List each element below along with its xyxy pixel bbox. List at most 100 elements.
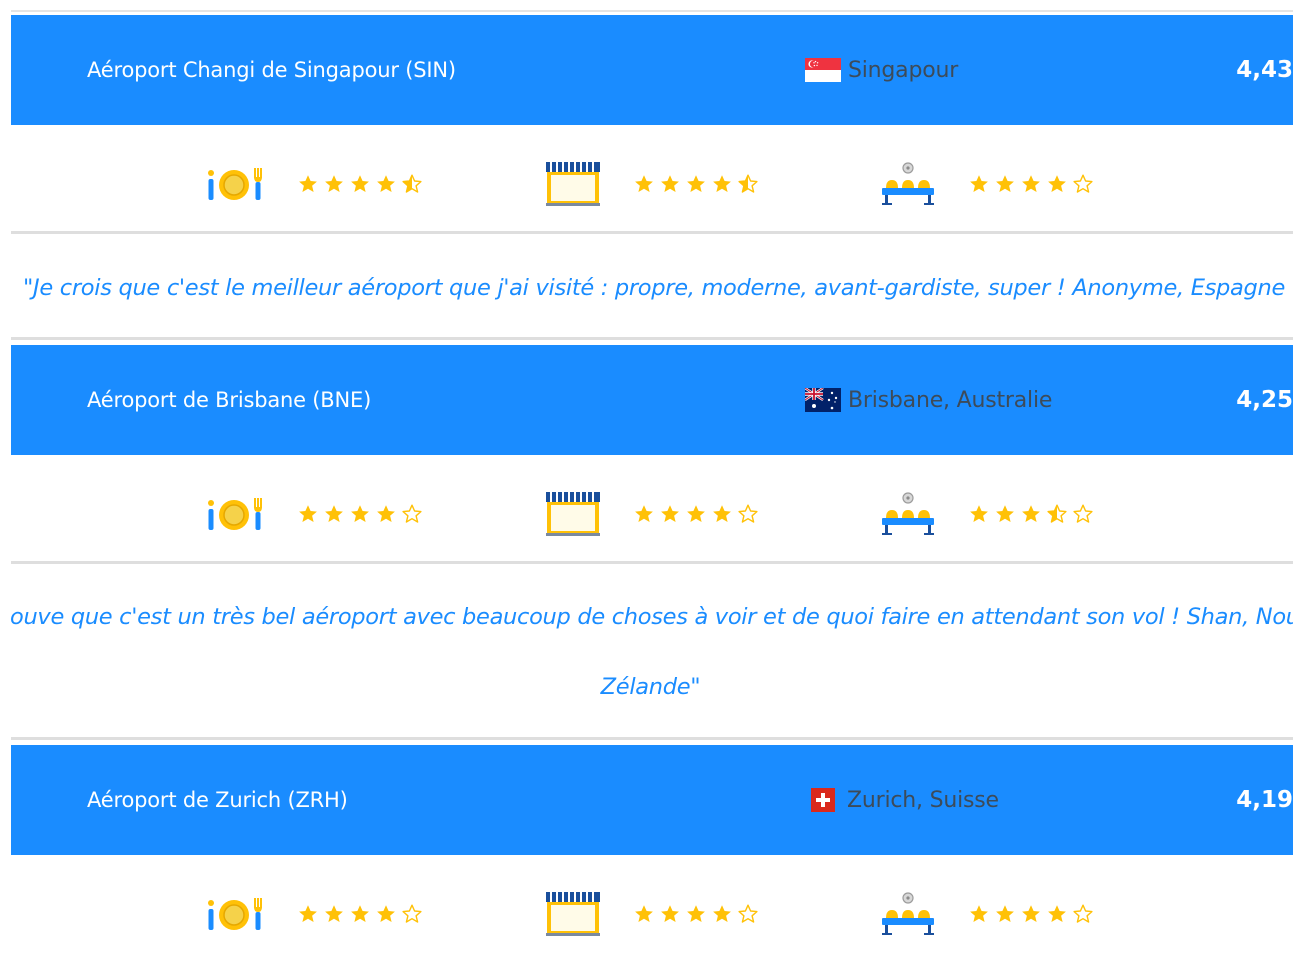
star-full-icon [713,905,731,922]
quote-line: Zélande" [600,674,701,700]
airport-header[interactable]: Aéroport de Brisbane (BNE) Brisbane, Aus… [11,345,1293,455]
quote-line: "Je crois que c'est le meilleur aéroport… [23,275,1293,301]
star-full-icon [1022,905,1040,922]
switzerland-flag-icon [811,788,835,812]
airport-name: Aéroport de Zurich (ZRH) [87,788,348,812]
star-full-icon [661,175,679,192]
airport-location: Singapour [805,15,958,125]
star-full-icon [351,505,369,522]
star-full-icon [635,905,653,922]
star-full-icon [635,505,653,522]
airport-score: 4,25 [1236,387,1293,413]
star-full-icon [299,905,317,922]
shop-icon [546,492,600,536]
rating-seating [880,861,936,956]
star-full-icon [325,175,343,192]
star-rating [298,131,422,237]
shop-icon [546,162,600,206]
star-empty-icon [1073,904,1093,923]
star-full-icon [351,905,369,922]
star-full-icon [377,175,395,192]
location-text: Brisbane, Australie [848,387,1053,413]
rating-shops [545,461,601,567]
rating-seating [880,461,936,567]
airport-name: Aéroport Changi de Singapour (SIN) [87,58,456,82]
star-full-icon [996,905,1014,922]
airport-score: 4,19 [1236,787,1293,813]
star-half-icon [738,174,758,193]
airport-location: Zurich, Suisse [811,745,999,855]
star-rating [298,461,422,567]
seating-icon [882,162,934,205]
rating-seating [880,131,936,237]
ratings-row [0,131,1293,237]
star-full-icon [996,175,1014,192]
rating-food [206,461,264,567]
singapore-flag-icon [805,58,841,82]
star-full-icon [687,505,705,522]
star-empty-icon [402,504,422,523]
star-full-icon [325,505,343,522]
rating-shops [545,131,601,237]
shop-icon [546,892,600,936]
airport-score: 4,43 [1236,57,1293,83]
star-empty-icon [738,904,758,923]
star-rating [969,861,1093,956]
ratings-row [0,861,1293,956]
row-divider [11,561,1293,564]
star-full-icon [1048,905,1066,922]
star-full-icon [661,505,679,522]
airport-header[interactable]: Aéroport de Zurich (ZRH) Zurich, Suisse … [11,745,1293,855]
star-empty-icon [402,904,422,923]
star-full-icon [351,175,369,192]
star-full-icon [661,905,679,922]
row-divider [11,737,1293,740]
star-half-icon [1047,504,1067,523]
australia-flag-icon [805,388,841,412]
star-empty-icon [738,504,758,523]
star-full-icon [635,175,653,192]
star-full-icon [377,505,395,522]
star-full-icon [970,505,988,522]
dining-icon [208,168,262,200]
star-empty-icon [1073,174,1093,193]
row-divider [11,337,1293,340]
seating-icon [882,492,934,535]
star-empty-icon [1073,504,1093,523]
rating-food [206,861,264,956]
airport-location: Brisbane, Australie [805,345,1052,455]
review-quote: "Je crois que c'est le meilleur aéroport… [0,275,1293,301]
ratings-row [0,461,1293,567]
star-rating [634,861,758,956]
rating-shops [545,861,601,956]
star-full-icon [1048,175,1066,192]
star-rating [634,131,758,237]
star-rating [634,461,758,567]
star-full-icon [713,175,731,192]
airport-name: Aéroport de Brisbane (BNE) [87,388,372,412]
star-rating [969,131,1093,237]
star-full-icon [325,905,343,922]
star-full-icon [713,505,731,522]
star-rating [298,861,422,956]
star-half-icon [402,174,422,193]
star-full-icon [970,905,988,922]
star-full-icon [1022,175,1040,192]
star-full-icon [299,505,317,522]
star-full-icon [970,175,988,192]
location-text: Zurich, Suisse [847,787,999,813]
quote-line: ouve que c'est un très bel aéroport avec… [10,604,1293,630]
dining-icon [208,498,262,530]
dining-icon [208,898,262,930]
star-rating [969,461,1093,567]
star-full-icon [377,905,395,922]
airport-header[interactable]: Aéroport Changi de Singapour (SIN) Singa… [11,15,1293,125]
location-text: Singapour [848,57,959,83]
star-full-icon [687,905,705,922]
star-full-icon [996,505,1014,522]
review-quote: ouve que c'est un très bel aéroport avec… [0,604,1293,700]
star-full-icon [299,175,317,192]
rating-food [206,131,264,237]
star-full-icon [687,175,705,192]
seating-icon [882,892,934,935]
